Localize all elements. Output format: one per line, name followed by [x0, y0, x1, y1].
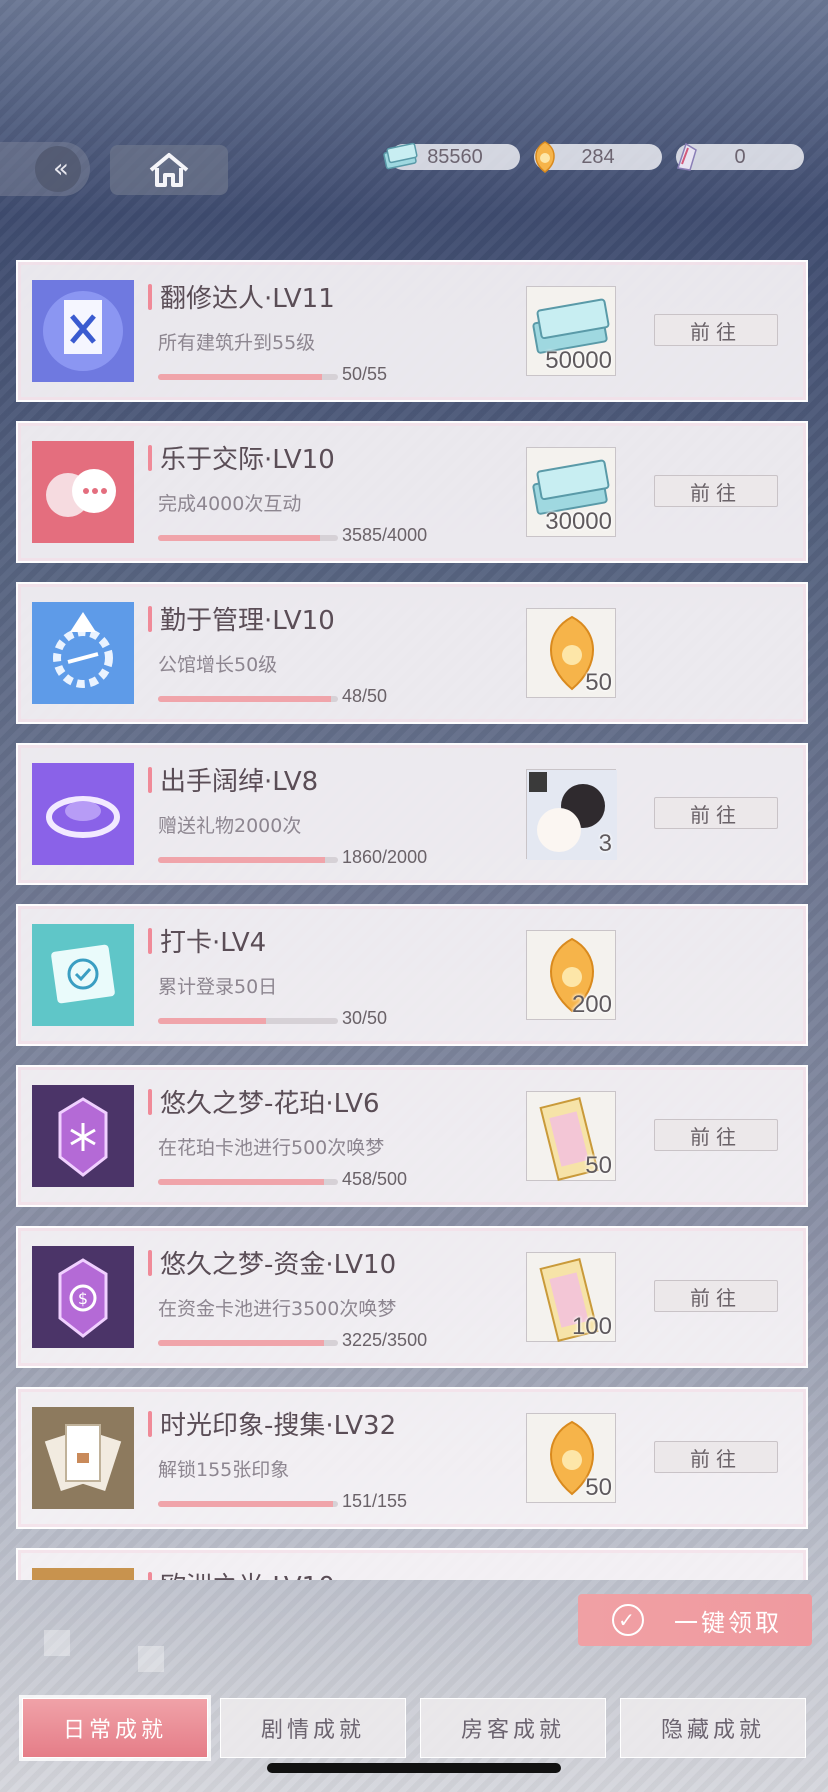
achievement-desc: 公馆增长50级 [158, 654, 278, 676]
go-button[interactable]: 前往 [654, 475, 778, 507]
achievement-title: 出手阔绰·LV8 [160, 767, 319, 797]
achievement-title: 翻修达人·LV11 [160, 284, 335, 314]
home-indicator[interactable] [267, 1763, 561, 1773]
progress-count: 1860/2000 [342, 847, 428, 867]
cash-stack-icon [382, 138, 420, 176]
achievement-card: $ 悠久之梦-资金·LV10 在资金卡池进行3500次唤梦 3225/3500 … [16, 1226, 808, 1368]
crystal-icon [668, 138, 706, 176]
tab-tenant[interactable]: 房客成就 [420, 1698, 606, 1758]
progress-bar [158, 1340, 338, 1346]
progress-count: 458/500 [342, 1169, 408, 1189]
currency-gem[interactable]: 284 [534, 141, 662, 173]
achievement-desc: 完成4000次互动 [158, 493, 302, 515]
progress-count: 50/55 [342, 364, 388, 384]
cards-lock-icon [32, 1407, 134, 1509]
tab-daily[interactable]: 日常成就 [22, 1698, 208, 1758]
amber-gem-icon [526, 138, 564, 176]
claim-all-label: 一键领取 [674, 1608, 782, 1637]
reward-item[interactable]: 30000 [526, 447, 616, 537]
gear-arrow-icon [32, 602, 134, 704]
reward-qty: 50 [585, 669, 612, 696]
achievement-card: 悠久之梦-花珀·LV6 在花珀卡池进行500次唤梦 458/500 50 前往 [16, 1065, 808, 1207]
achievement-card: 出手阔绰·LV8 赠送礼物2000次 1860/2000 3 前往 [16, 743, 808, 885]
reward-item[interactable]: 3 [526, 769, 617, 860]
go-button[interactable]: 前往 [654, 1441, 778, 1473]
achievement-card: 打卡·LV4 累计登录50日 30/50 200 [16, 904, 808, 1046]
chat-bubbles-icon [32, 441, 134, 543]
home-button[interactable] [110, 145, 228, 195]
achievement-card: 时光印象-搜集·LV32 解锁155张印象 151/155 50 前往 [16, 1387, 808, 1529]
reward-item[interactable]: 50000 [526, 286, 616, 376]
decor-square [44, 1630, 70, 1656]
progress-bar [158, 535, 338, 541]
go-button[interactable]: 前往 [654, 1119, 778, 1151]
achievement-desc: 所有建筑升到55级 [158, 332, 316, 354]
achievement-desc: 累计登录50日 [158, 976, 278, 998]
reward-item[interactable]: 200 [526, 930, 616, 1020]
go-button[interactable]: 前往 [654, 797, 778, 829]
progress-bar [158, 1179, 338, 1185]
reward-qty: 50 [585, 1474, 612, 1501]
reward-qty: 3 [598, 830, 612, 857]
progress-bar [158, 374, 338, 380]
tools-icon [32, 280, 134, 382]
back-button[interactable]: « [0, 142, 90, 196]
achievement-title: 悠久之梦-花珀·LV6 [160, 1089, 380, 1119]
partial-icon [32, 1568, 134, 1580]
progress-count: 151/155 [342, 1491, 408, 1511]
achievement-card: 欧洲之光·LV10 [16, 1548, 808, 1580]
currency-crystal[interactable]: 0 [676, 142, 804, 171]
claim-all-button[interactable]: ✓ 一键领取 [578, 1594, 812, 1646]
checkmark-card-icon [32, 924, 134, 1026]
progress-bar [158, 1501, 338, 1507]
snowflake-shield-icon [32, 1085, 134, 1187]
svg-text:$: $ [78, 1289, 88, 1308]
tab-hidden[interactable]: 隐藏成就 [620, 1698, 806, 1758]
achievement-card: 勤于管理·LV10 公馆增长50级 48/50 50 [16, 582, 808, 724]
reward-item[interactable]: 100 [526, 1252, 616, 1342]
achievement-title: 时光印象-搜集·LV32 [160, 1411, 397, 1441]
reward-qty: 30000 [545, 508, 612, 535]
tab-story[interactable]: 剧情成就 [220, 1698, 406, 1758]
progress-count: 3225/3500 [342, 1330, 428, 1350]
reward-qty: 50 [585, 1152, 612, 1179]
achievement-desc: 在花珀卡池进行500次唤梦 [158, 1137, 385, 1159]
reward-item[interactable]: 50 [526, 608, 616, 698]
achievement-title: 勤于管理·LV10 [160, 606, 335, 636]
achievement-desc: 在资金卡池进行3500次唤梦 [158, 1298, 397, 1320]
reward-qty: 50000 [545, 347, 612, 374]
reward-qty: 200 [571, 991, 612, 1018]
currency-cash-value: 85560 [427, 145, 483, 168]
achievement-desc: 赠送礼物2000次 [158, 815, 302, 837]
coin-shield-icon: $ [32, 1246, 134, 1348]
ring-icon [32, 763, 134, 865]
currency-gem-value: 284 [581, 145, 615, 168]
achievement-title: 悠久之梦-资金·LV10 [160, 1250, 397, 1280]
check-circle-icon: ✓ [612, 1604, 644, 1636]
achievement-title: 打卡·LV4 [160, 928, 267, 958]
achievement-card: 翻修达人·LV11 所有建筑升到55级 50/55 50000 前往 [16, 260, 808, 402]
decor-square [138, 1646, 164, 1672]
reward-qty: 100 [571, 1313, 612, 1340]
currency-crystal-value: 0 [734, 145, 746, 168]
reward-item[interactable]: 50 [526, 1091, 616, 1181]
go-button[interactable]: 前往 [654, 1280, 778, 1312]
achievement-title: 欧洲之光·LV10 [160, 1566, 335, 1580]
reward-item[interactable]: 50 [526, 1413, 616, 1503]
achievement-list[interactable]: 翻修达人·LV11 所有建筑升到55级 50/55 50000 前往 乐于交际·… [16, 260, 808, 1580]
home-icon [149, 153, 189, 187]
achievement-desc: 解锁155张印象 [158, 1459, 290, 1481]
double-chevron-left-icon: « [35, 146, 81, 192]
go-button[interactable]: 前往 [654, 314, 778, 346]
progress-count: 48/50 [342, 686, 388, 706]
achievement-title: 乐于交际·LV10 [160, 445, 335, 475]
progress-bar [158, 696, 338, 702]
progress-bar [158, 857, 338, 863]
achievement-card: 乐于交际·LV10 完成4000次互动 3585/4000 30000 前往 [16, 421, 808, 563]
progress-count: 3585/4000 [342, 525, 428, 545]
currency-cash[interactable]: 85560 [383, 142, 520, 170]
progress-count: 30/50 [342, 1008, 388, 1028]
progress-bar [158, 1018, 338, 1024]
